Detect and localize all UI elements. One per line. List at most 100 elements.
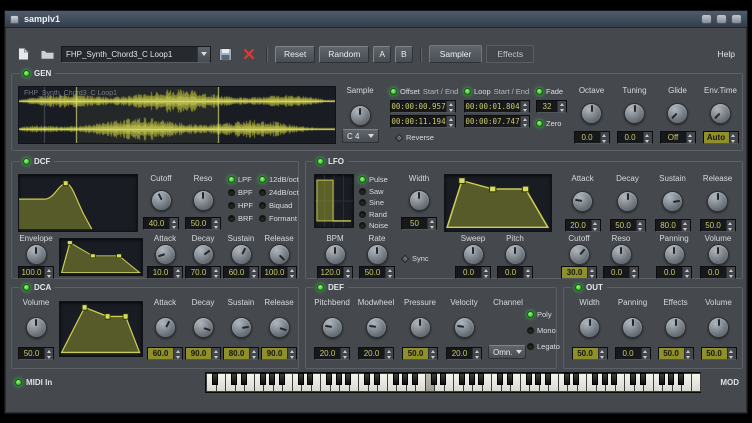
- release-knob[interactable]: [707, 191, 728, 212]
- help-button[interactable]: Help: [714, 49, 739, 59]
- volume-spinbox[interactable]: 50.0: [18, 347, 54, 360]
- minimize-button[interactable]: [701, 14, 712, 24]
- black-key[interactable]: [535, 373, 541, 385]
- black-key[interactable]: [507, 373, 513, 385]
- octave-knob[interactable]: [581, 103, 602, 124]
- release-spinbox[interactable]: 50.0: [700, 219, 736, 232]
- spin-arrows-icon[interactable]: [343, 267, 352, 278]
- envelope-knob[interactable]: [26, 244, 47, 265]
- tab-effects[interactable]: Effects: [486, 45, 534, 63]
- volume-knob[interactable]: [26, 317, 47, 338]
- panning-knob[interactable]: [664, 244, 685, 265]
- black-key[interactable]: [364, 373, 370, 385]
- rand-radio[interactable]: Rand: [359, 210, 388, 219]
- spin-arrows-icon[interactable]: [629, 267, 638, 278]
- volume-spinbox[interactable]: 50.0: [701, 347, 737, 360]
- spin-arrows-icon[interactable]: [557, 101, 566, 112]
- decay-spinbox[interactable]: 70.0: [185, 266, 221, 279]
- filter-response-display[interactable]: [18, 174, 138, 232]
- spin-arrows-icon[interactable]: [340, 348, 349, 359]
- pitchbend-spinbox[interactable]: 20.0: [314, 347, 350, 360]
- env-time-knob[interactable]: [710, 103, 731, 124]
- glide-knob[interactable]: [667, 103, 688, 124]
- velocity-knob[interactable]: [454, 317, 475, 338]
- spin-arrows-icon[interactable]: [287, 267, 296, 278]
- loop-end-field[interactable]: 00:00:07.747: [464, 115, 530, 128]
- spin-arrows-icon[interactable]: [684, 348, 693, 359]
- sample-knob[interactable]: [350, 105, 371, 126]
- pitch-knob[interactable]: [505, 244, 526, 265]
- black-key[interactable]: [326, 373, 332, 385]
- reso-knob[interactable]: [193, 190, 214, 211]
- preset-combo[interactable]: FHP_Synth_Chord3_C Loop1: [61, 46, 211, 63]
- black-key[interactable]: [231, 373, 237, 385]
- keyboard[interactable]: [205, 372, 701, 393]
- spin-arrows-icon[interactable]: [169, 218, 178, 229]
- spin-arrows-icon[interactable]: [211, 218, 220, 229]
- decay-knob[interactable]: [193, 317, 214, 338]
- titlebar[interactable]: samplv1: [5, 11, 747, 28]
- sync-checkbox[interactable]: Sync: [402, 254, 429, 263]
- black-key[interactable]: [611, 373, 617, 385]
- 12db-oct-radio[interactable]: 12dB/oct: [259, 175, 299, 184]
- release-knob[interactable]: [269, 317, 290, 338]
- black-key[interactable]: [526, 373, 532, 385]
- black-key[interactable]: [659, 373, 665, 385]
- 24db-oct-radio[interactable]: 24dB/oct: [259, 188, 299, 197]
- spin-arrows-icon[interactable]: [211, 348, 220, 359]
- attack-knob[interactable]: [155, 317, 176, 338]
- gen-led[interactable]: [23, 70, 30, 77]
- rate-spinbox[interactable]: 50.0: [359, 266, 395, 279]
- black-key[interactable]: [345, 373, 351, 385]
- sustain-knob[interactable]: [231, 244, 252, 265]
- biquad-radio[interactable]: Biquad: [259, 201, 299, 210]
- cutoff-spinbox[interactable]: 30.0: [561, 266, 597, 279]
- loop-led[interactable]: [464, 88, 471, 95]
- width-knob[interactable]: [579, 317, 600, 338]
- spin-arrows-icon[interactable]: [729, 132, 738, 143]
- reso-spinbox[interactable]: 0.0: [603, 266, 639, 279]
- random-button[interactable]: Random: [319, 46, 369, 63]
- spin-arrows-icon[interactable]: [446, 116, 455, 127]
- sine-radio[interactable]: Sine: [359, 198, 388, 207]
- dca-envelope-display[interactable]: [59, 301, 143, 357]
- width-spinbox[interactable]: 50: [401, 217, 437, 230]
- mod-button[interactable]: MOD: [720, 378, 739, 387]
- black-key[interactable]: [678, 373, 684, 385]
- reso-knob[interactable]: [611, 244, 632, 265]
- bpf-radio[interactable]: BPF: [228, 188, 253, 197]
- black-key[interactable]: [573, 373, 579, 385]
- offset-end-field[interactable]: 00:00:11.194: [390, 115, 456, 128]
- black-key[interactable]: [279, 373, 285, 385]
- cutoff-spinbox[interactable]: 40.0: [143, 217, 179, 230]
- spin-arrows-icon[interactable]: [598, 348, 607, 359]
- spin-arrows-icon[interactable]: [287, 348, 296, 359]
- sustain-spinbox[interactable]: 80.0: [655, 219, 691, 232]
- spin-arrows-icon[interactable]: [249, 348, 258, 359]
- spin-arrows-icon[interactable]: [44, 348, 53, 359]
- channel-combo[interactable]: Omn.: [488, 345, 526, 359]
- sustain-spinbox[interactable]: 60.0: [223, 266, 259, 279]
- white-key[interactable]: [691, 373, 702, 392]
- black-key[interactable]: [640, 373, 646, 385]
- tab-sampler[interactable]: Sampler: [429, 45, 483, 63]
- lfo-wave-display[interactable]: [314, 174, 354, 228]
- spin-arrows-icon[interactable]: [641, 348, 650, 359]
- modwheel-spinbox[interactable]: 20.0: [358, 347, 394, 360]
- offset-led[interactable]: [390, 88, 397, 95]
- spin-arrows-icon[interactable]: [520, 101, 529, 112]
- hpf-radio[interactable]: HPF: [228, 201, 253, 210]
- close-button[interactable]: [731, 14, 742, 24]
- panning-knob[interactable]: [622, 317, 643, 338]
- reverse-checkbox[interactable]: Reverse: [396, 133, 434, 142]
- volume-knob[interactable]: [708, 244, 729, 265]
- attack-knob[interactable]: [155, 244, 176, 265]
- loop-start-field[interactable]: 00:00:01.804: [464, 100, 530, 113]
- release-knob[interactable]: [269, 244, 290, 265]
- sample-waveform-display[interactable]: [18, 86, 336, 144]
- tuning-spinbox[interactable]: 0.0: [617, 131, 653, 144]
- black-key[interactable]: [431, 373, 437, 385]
- attack-knob[interactable]: [572, 191, 593, 212]
- black-key[interactable]: [298, 373, 304, 385]
- black-key[interactable]: [440, 373, 446, 385]
